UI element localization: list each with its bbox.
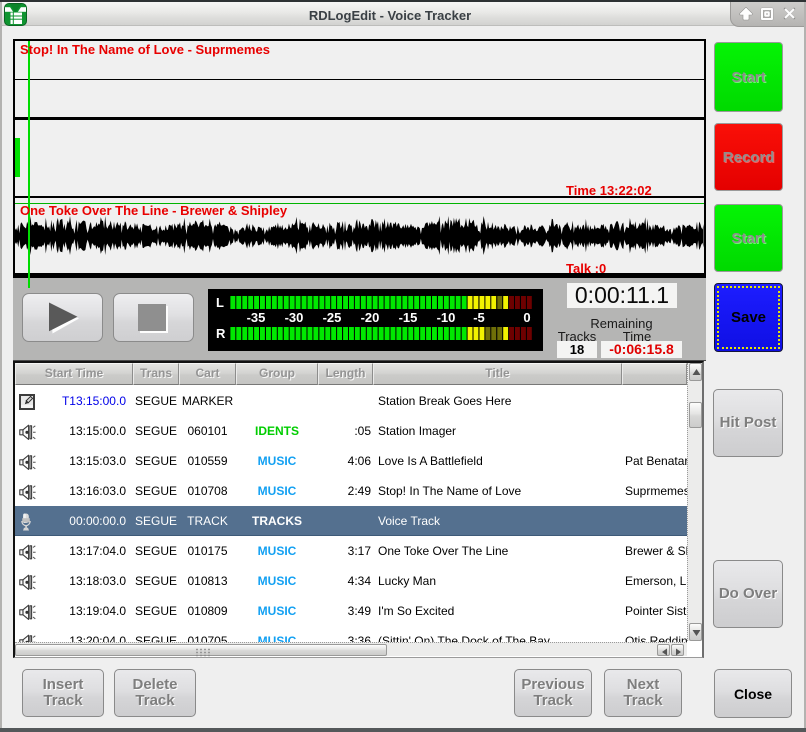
svg-text:-10: -10	[437, 310, 456, 325]
svg-text:0: 0	[523, 310, 530, 325]
svg-text:-30: -30	[285, 310, 304, 325]
svg-text:-20: -20	[361, 310, 380, 325]
svg-text:R: R	[216, 326, 226, 341]
svg-text:-5: -5	[473, 310, 485, 325]
svg-text:-35: -35	[247, 310, 266, 325]
svg-text:-15: -15	[399, 310, 418, 325]
svg-text:-25: -25	[323, 310, 342, 325]
svg-text:L: L	[216, 295, 224, 310]
